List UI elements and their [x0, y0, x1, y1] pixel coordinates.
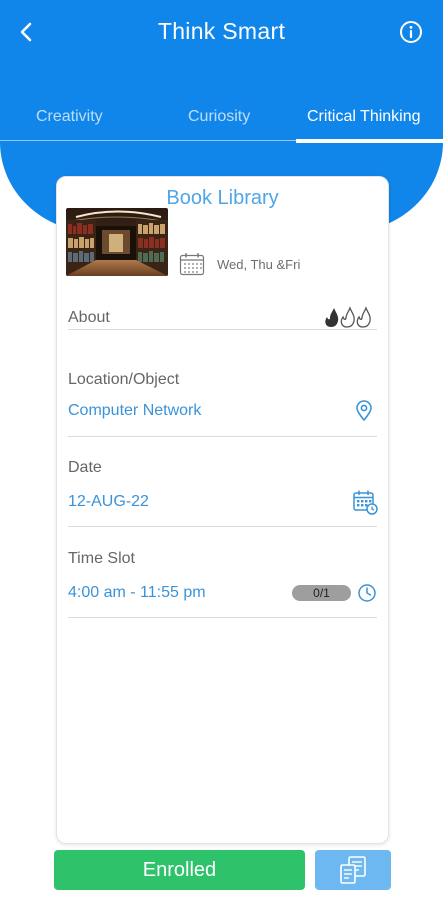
- tab-critical-thinking[interactable]: Critical Thinking: [307, 108, 421, 126]
- page-title: Think Smart: [157, 18, 286, 44]
- documents-button[interactable]: [315, 850, 391, 890]
- tab-curiosity[interactable]: Curiosity: [188, 108, 250, 126]
- flame-icons: [325, 306, 371, 328]
- schedule-calendar-icon: [179, 253, 205, 276]
- schedule-days: Wed, Thu &Fri: [217, 257, 301, 272]
- time-slot-value: 4:00 am - 11:55 pm: [68, 584, 206, 601]
- time-slot-label: Time Slot: [68, 550, 135, 567]
- clock-icon[interactable]: [357, 583, 377, 603]
- tab-bar: Creativity Curiosity Critical Thinking: [0, 100, 443, 144]
- library-image: [66, 208, 168, 276]
- divider: [68, 329, 377, 330]
- active-tab-indicator: [296, 139, 443, 143]
- info-circle-icon: [400, 21, 422, 43]
- about-label: About: [68, 309, 110, 326]
- date-value: 12-AUG-22: [68, 493, 149, 510]
- divider: [68, 617, 377, 618]
- divider: [68, 436, 377, 437]
- location-value: Computer Network: [68, 402, 202, 419]
- slot-count-badge: 0/1: [292, 585, 351, 601]
- location-pin-icon[interactable]: [354, 400, 374, 422]
- date-label: Date: [68, 459, 102, 476]
- location-label: Location/Object: [68, 371, 180, 388]
- card-title: Book Library: [166, 187, 279, 209]
- tab-creativity[interactable]: Creativity: [36, 108, 103, 126]
- activity-card: Book Library Wed, Thu &Fri About Locatio…: [56, 176, 389, 844]
- calendar-icon[interactable]: [352, 489, 378, 515]
- documents-icon: [340, 856, 366, 884]
- info-button[interactable]: [397, 18, 425, 46]
- enrolled-button[interactable]: Enrolled: [54, 850, 305, 890]
- divider: [68, 526, 377, 527]
- top-bar: Think Smart: [0, 0, 443, 66]
